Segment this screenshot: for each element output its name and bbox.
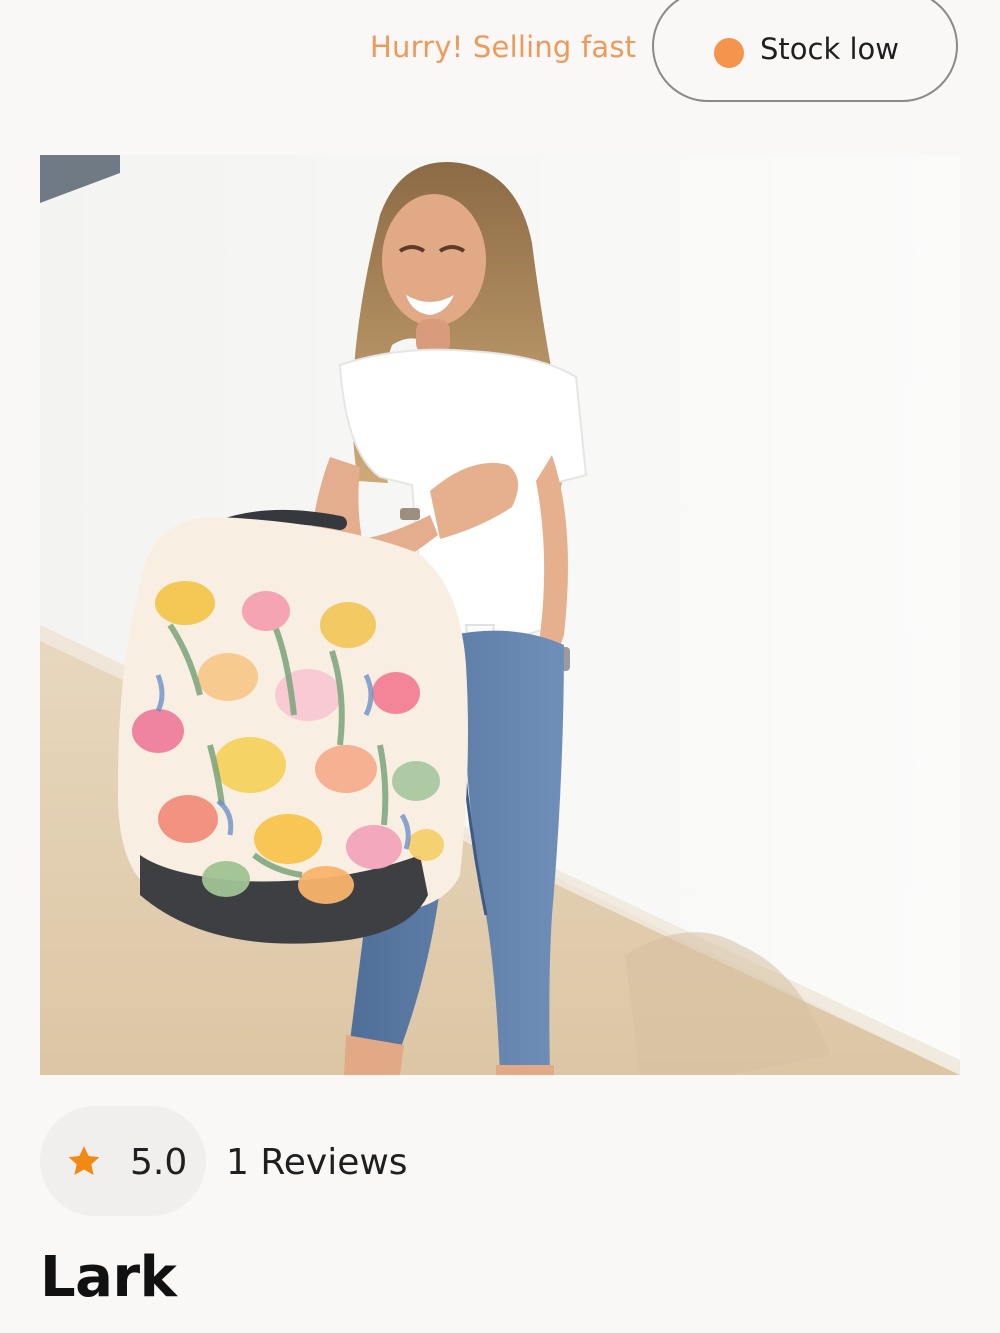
star-icon [68,1146,100,1175]
rating-badge[interactable]: 5.0 [40,1106,206,1216]
stock-status-label: Stock low [760,32,899,66]
stock-status-badge: Stock low [652,0,958,102]
product-photo [40,155,960,1075]
product-image[interactable] [40,155,960,1075]
reviews-link[interactable]: 1 Reviews [226,1142,408,1183]
stock-status-bar: Hurry! Selling fast Stock low [0,0,1000,120]
urgency-text: Hurry! Selling fast [370,30,637,64]
stock-indicator-dot-icon [714,38,744,68]
product-title: Lark [40,1245,177,1310]
rating-value: 5.0 [130,1142,188,1183]
